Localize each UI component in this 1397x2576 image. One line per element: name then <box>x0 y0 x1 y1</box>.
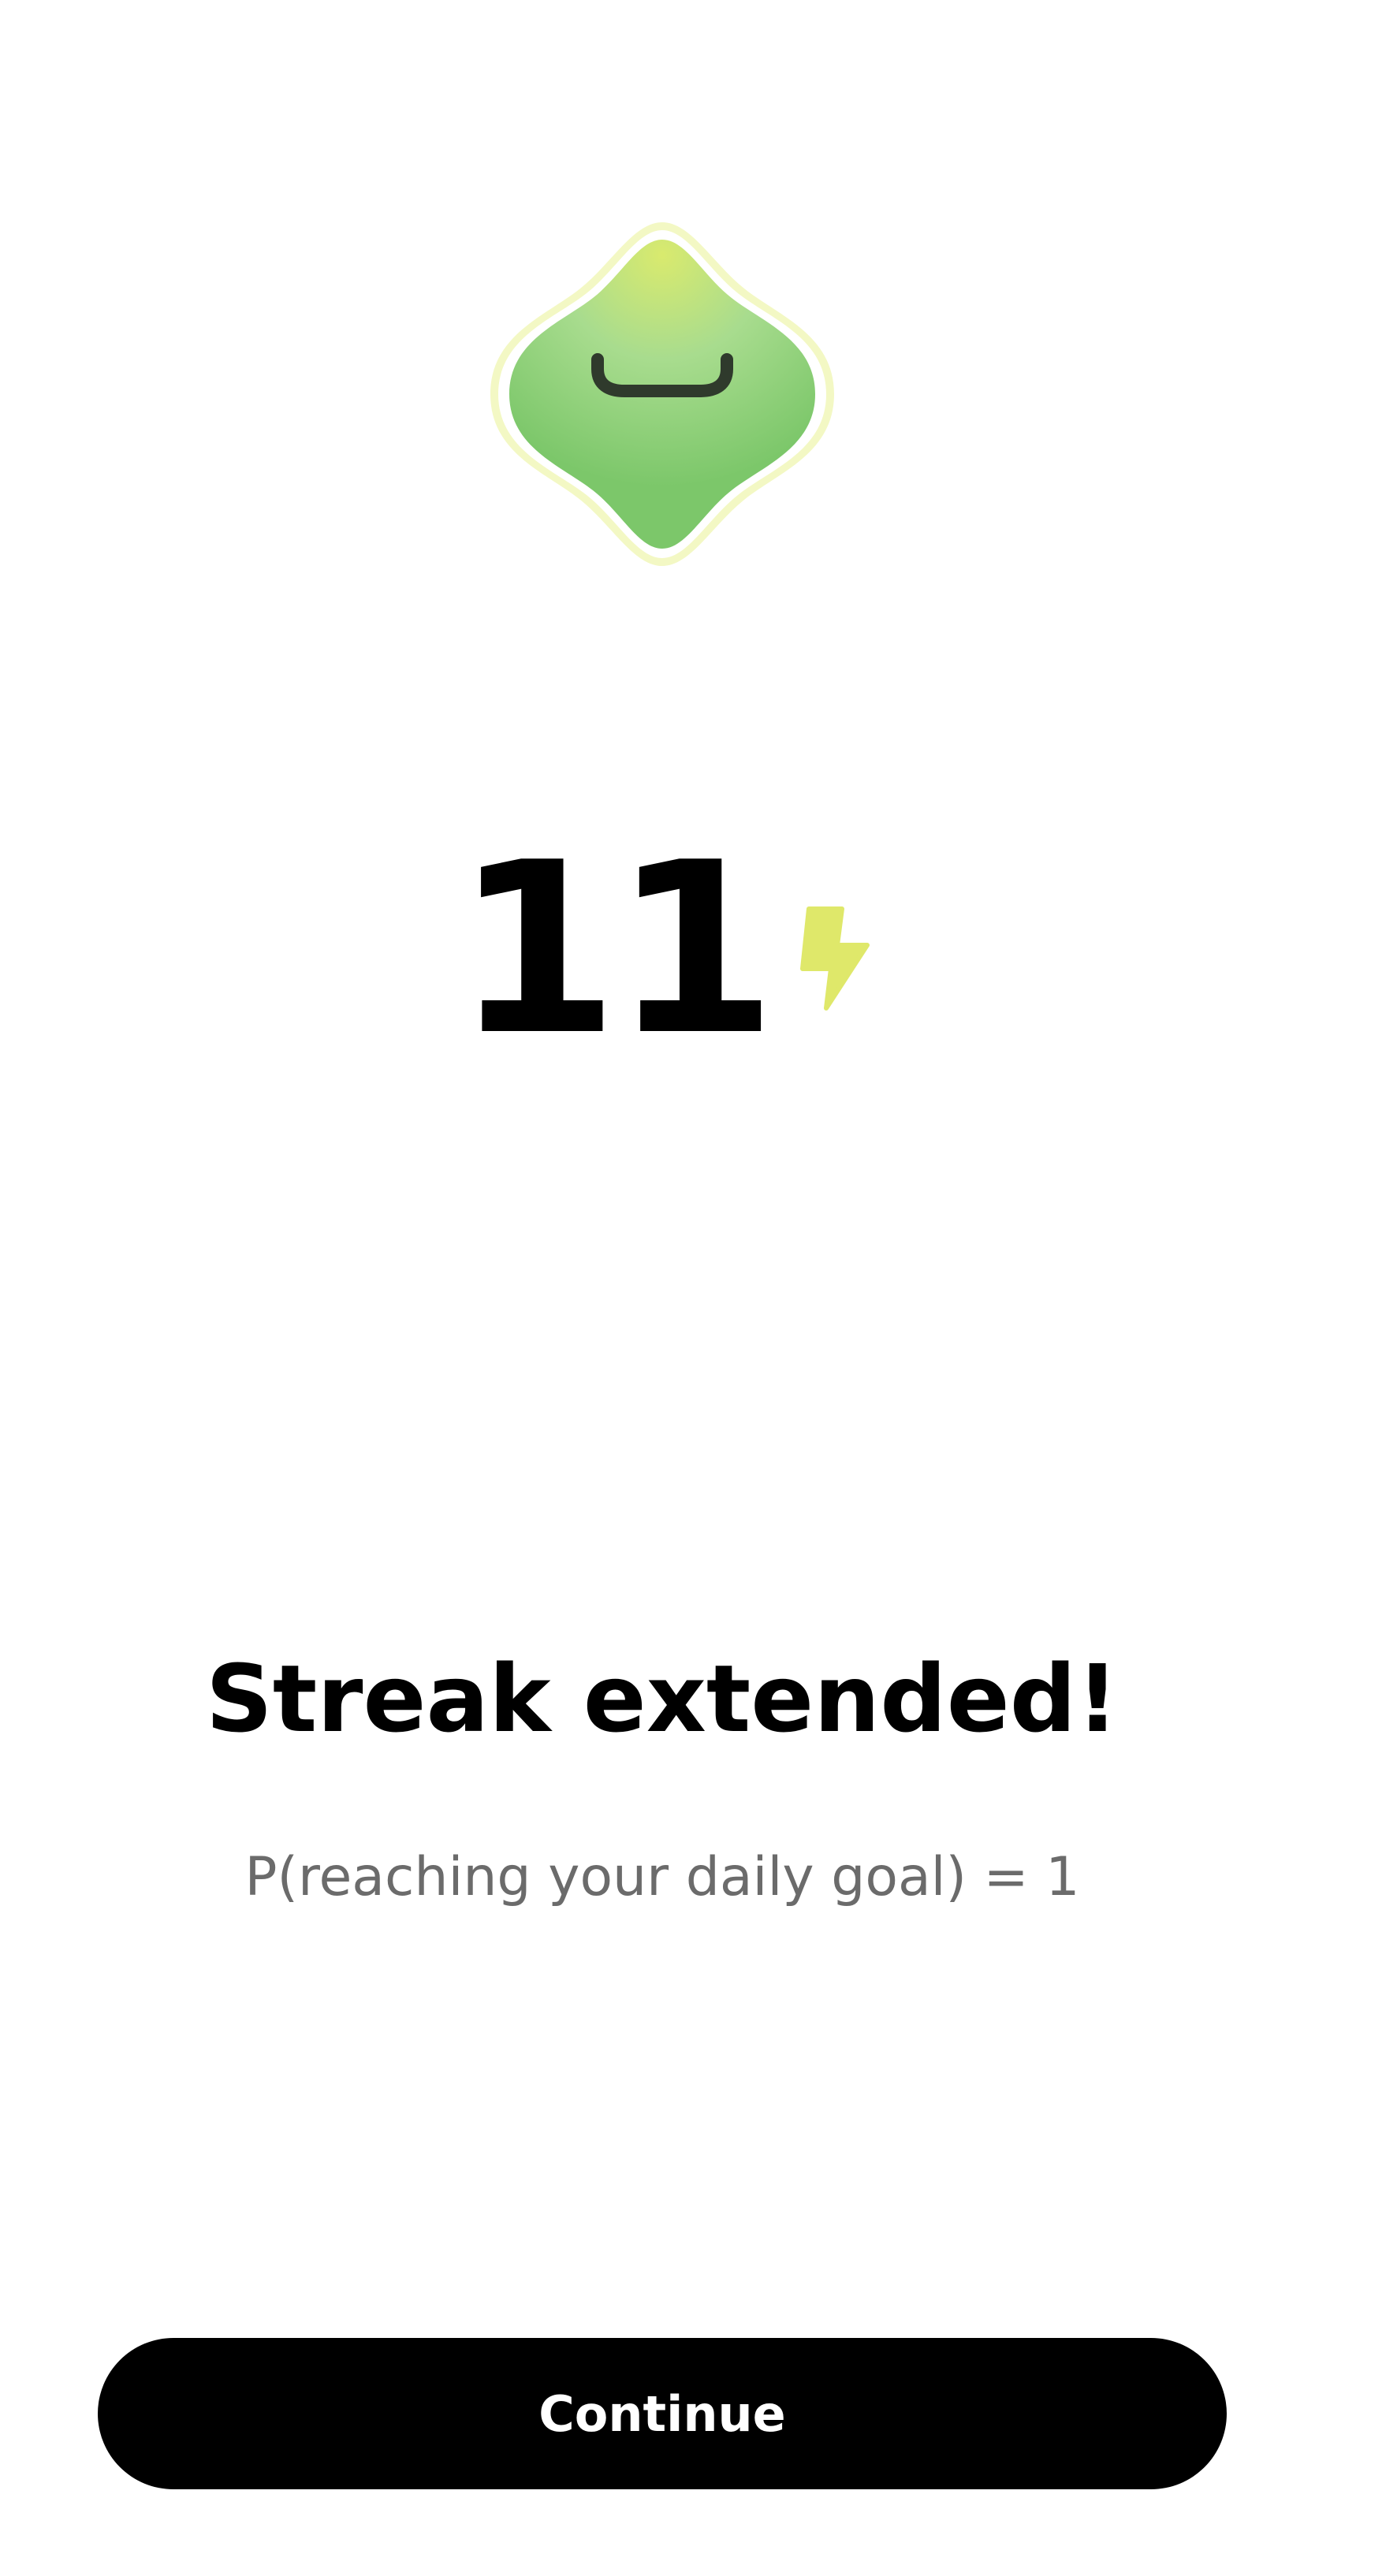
streak-extended-title: Streak extended! <box>205 1644 1119 1753</box>
streak-count: 11 <box>454 812 777 1087</box>
continue-button[interactable]: Continue <box>98 2338 1227 2489</box>
streak-counter: 11 <box>0 832 1324 1068</box>
lightning-bolt-icon <box>799 906 870 1011</box>
streak-subtitle: P(reaching your daily goal) = 1 <box>244 1846 1080 1908</box>
mascot-icon <box>490 222 834 566</box>
